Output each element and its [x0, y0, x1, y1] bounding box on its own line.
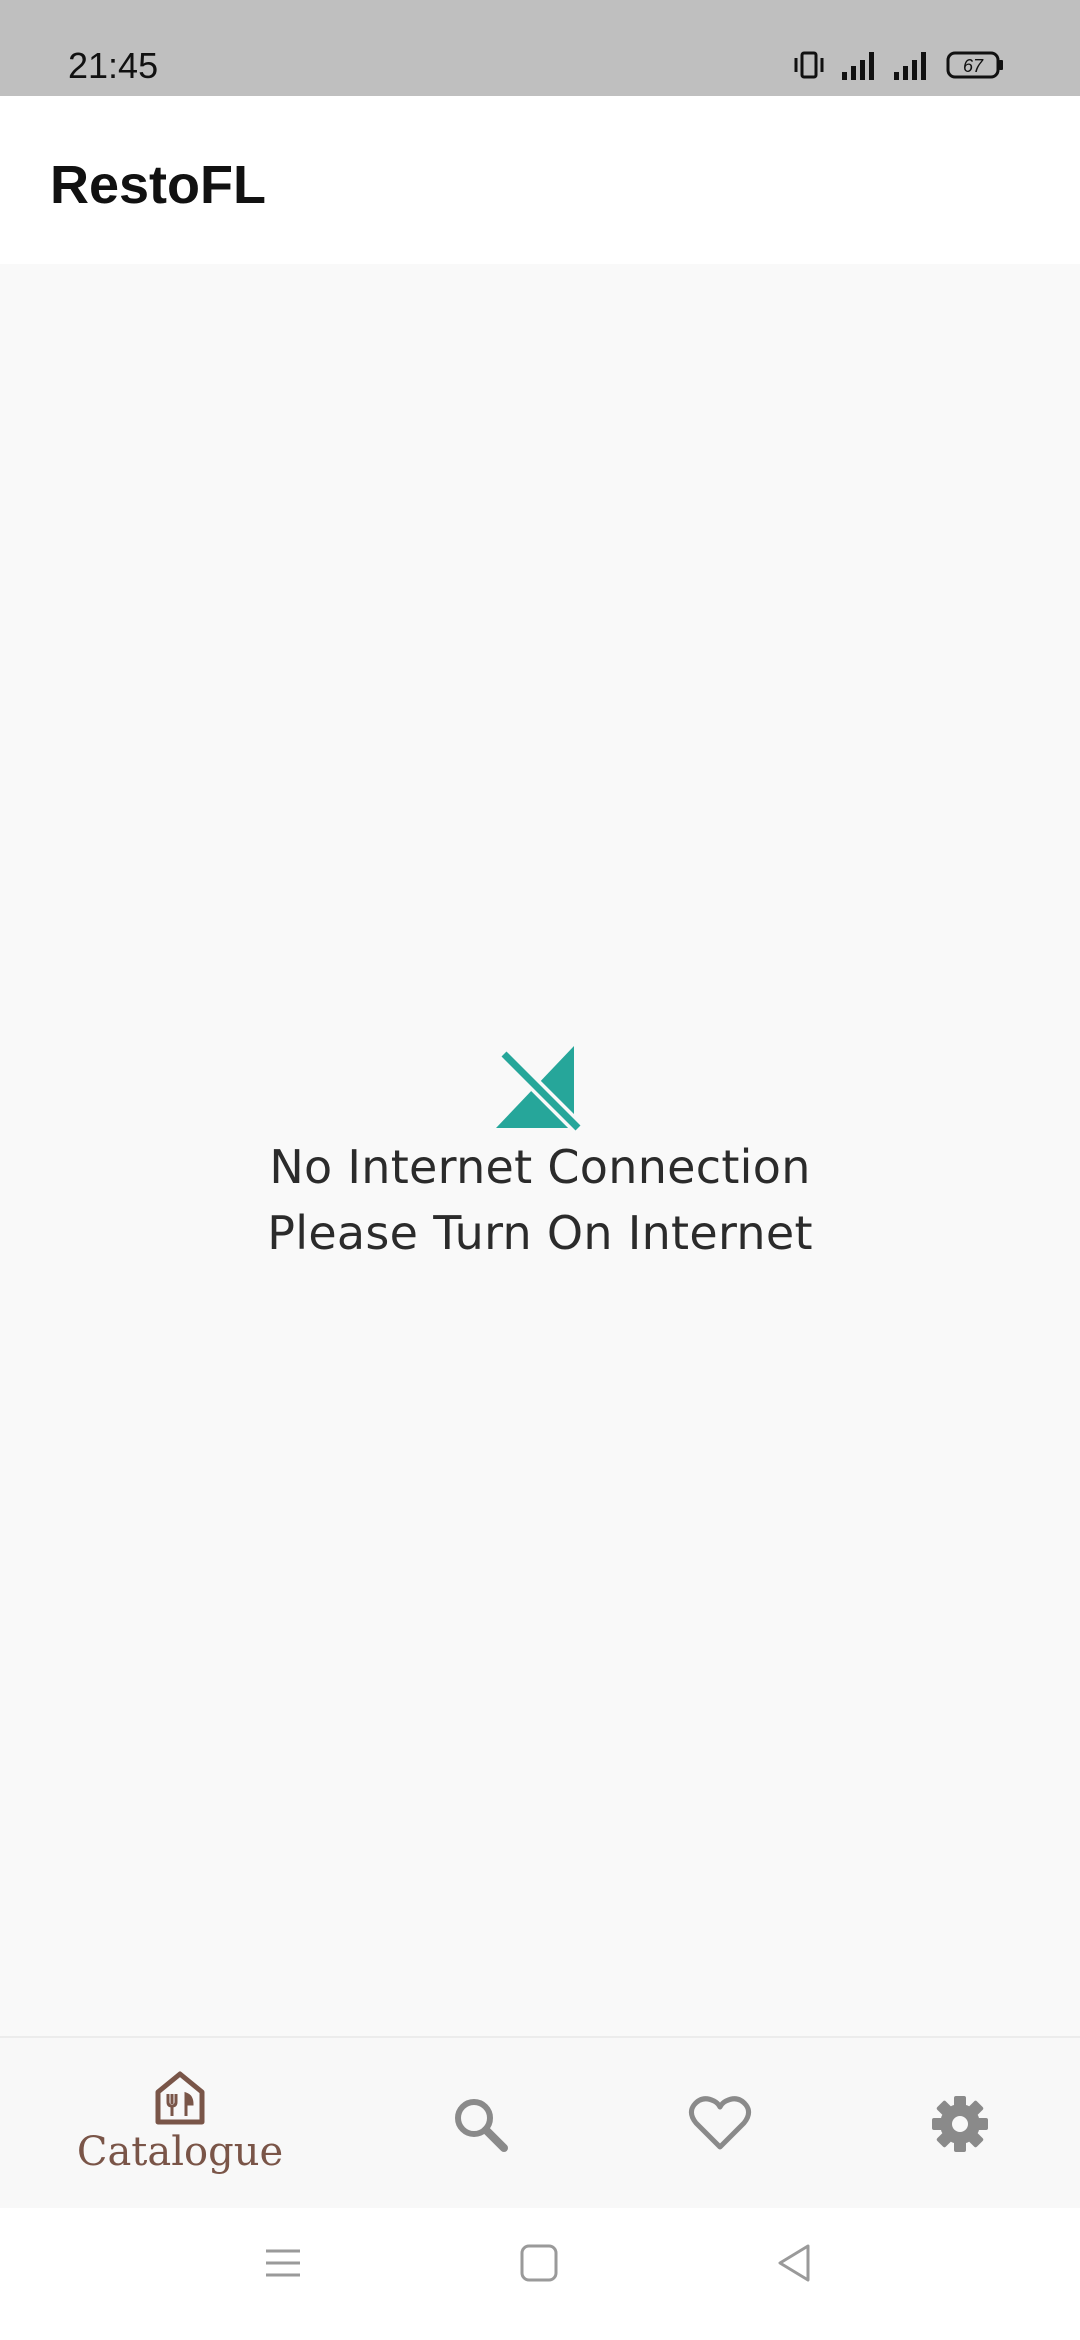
heart-icon	[688, 2096, 752, 2150]
home-square-icon[interactable]	[518, 2242, 560, 2284]
menu-icon[interactable]	[262, 2242, 304, 2284]
content-area: No Internet Connection Please Turn On In…	[0, 264, 1080, 2036]
nav-search[interactable]	[360, 2038, 600, 2210]
gear-icon	[932, 2096, 988, 2152]
nav-catalogue-label: Catalogue	[76, 2129, 284, 2175]
nav-catalogue[interactable]: Catalogue	[60, 2038, 300, 2210]
status-icons: 67	[794, 48, 1014, 84]
no-wifi-icon	[496, 1046, 585, 1134]
vibrate-icon	[794, 51, 824, 79]
bottom-navigation: Catalogue	[0, 2036, 1080, 2210]
no-connection-hint: Please Turn On Internet	[267, 1206, 813, 1260]
search-icon	[455, 2099, 508, 2152]
nav-settings[interactable]	[840, 2038, 1080, 2210]
status-bar: 21:45 67	[0, 0, 1080, 96]
battery-icon: 67	[946, 51, 1003, 79]
app-title: RestoFL	[50, 155, 266, 215]
battery-level: 67	[963, 56, 984, 76]
signal-icon	[842, 52, 874, 80]
system-navigation-bar	[0, 2208, 1080, 2340]
signal-icon	[894, 52, 926, 80]
back-triangle-icon[interactable]	[774, 2242, 816, 2284]
no-connection-title: No Internet Connection	[269, 1140, 811, 1194]
empty-state: No Internet Connection Please Turn On In…	[0, 1038, 1080, 1266]
restaurant-home-icon	[155, 2071, 205, 2125]
app-bar: RestoFL	[0, 96, 1080, 264]
nav-favorites[interactable]	[600, 2038, 840, 2210]
status-time: 21:45	[68, 45, 159, 86]
